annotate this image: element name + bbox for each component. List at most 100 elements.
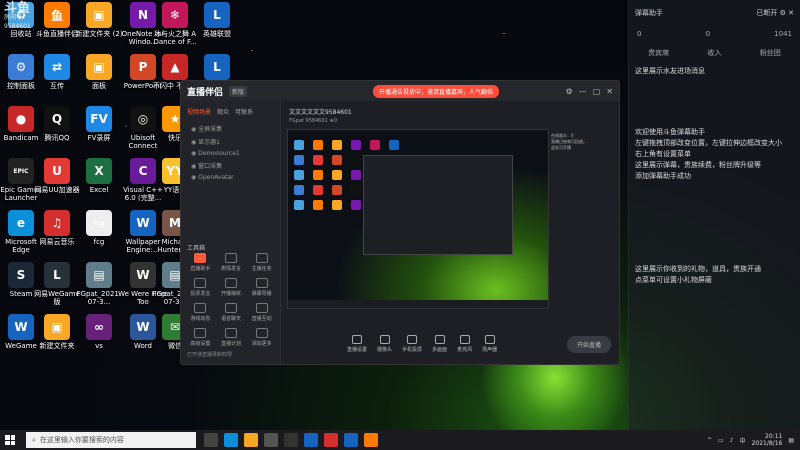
stream-preview[interactable] — [287, 129, 549, 309]
preview-icon — [332, 185, 342, 195]
vs-shortcut[interactable]: ∞ vs — [74, 314, 124, 350]
camera-button[interactable]: 摄像头 — [377, 335, 392, 353]
fv-record-icon: FV — [86, 106, 112, 132]
tool-item[interactable]: 语音聊天 — [216, 303, 247, 322]
control-label: 扬声器 — [482, 347, 498, 353]
tool-icon — [224, 328, 237, 338]
speaker-icon — [484, 335, 495, 344]
tool-item[interactable]: 直播助手 — [185, 253, 216, 272]
tray-chevron-icon[interactable]: ^ — [707, 437, 712, 444]
tool-label: 游戏动态 — [190, 316, 211, 322]
steam-icon: S — [8, 262, 34, 288]
tool-label: 开播抽奖 — [220, 291, 241, 297]
danmaku-panel[interactable]: 弹幕助手 已断开 ⚙ ✕ 0 0 1041 贵宾席 收入 粉丝团 这里展示水友进… — [628, 0, 800, 430]
fv-record-shortcut[interactable]: FV FV录屏 — [74, 106, 124, 142]
close-icon[interactable]: ✕ — [606, 87, 613, 96]
folder-2-icon: ▣ — [86, 2, 112, 28]
tool-item[interactable]: 直播互动 — [246, 303, 277, 322]
preview-hints: 在线观众：0 直播已结束可回放。 此处可开播 — [551, 133, 587, 150]
microphone-button[interactable]: 麦克风 — [457, 335, 472, 353]
scene-item[interactable]: ◉ Demosource1 — [181, 148, 280, 159]
tool-icon — [224, 278, 237, 288]
edge-taskbar-icon[interactable] — [224, 433, 238, 447]
tool-item[interactable]: 投票发言 — [185, 278, 216, 297]
volume-icon[interactable]: ♪ — [730, 437, 734, 444]
version-badge[interactable]: 新版 — [229, 85, 248, 97]
tab-audience[interactable]: 观众 — [217, 107, 229, 116]
scene-item[interactable]: ◉ OpenAvatar — [181, 172, 280, 183]
tool-item[interactable]: 添加更多 — [246, 328, 277, 347]
panel-message: 右上角有设置菜单 — [635, 150, 691, 158]
excel-shortcut[interactable]: X Excel — [74, 158, 124, 194]
tool-item[interactable]: 直播计划 — [216, 328, 247, 347]
fcg-shortcut[interactable]: fcg fcg — [74, 210, 124, 246]
wegame-lol-icon: L — [44, 262, 70, 288]
tool-label: 语音聊天 — [220, 316, 241, 322]
speaker-button[interactable]: 扬声器 — [482, 335, 497, 353]
lol-shortcut[interactable]: L 英雄联盟 — [192, 2, 242, 38]
clock[interactable]: 20:11 2021/8/16 — [752, 433, 783, 447]
tool-item[interactable]: 弹幕导播 — [246, 278, 277, 297]
preview-icon — [351, 200, 361, 210]
search-icon: ⌕ — [32, 435, 36, 444]
app-titlebar[interactable]: 直播伴侣 新版 开播通告投放中，邀请直播嘉宾，人气翻倍 ⚙ — ▢ ✕ — [181, 81, 619, 101]
tool-item[interactable]: 游戏动态 — [185, 303, 216, 322]
control-label: 手机投屏 — [402, 347, 423, 353]
preview-icon — [351, 155, 361, 165]
wallpaper-icon[interactable] — [284, 433, 298, 447]
folder-2-shortcut[interactable]: ▣ 新建文件夹 (2) — [74, 2, 124, 38]
minimize-icon[interactable]: — — [579, 87, 587, 96]
store-icon[interactable] — [264, 433, 278, 447]
tool-label: 直播计划 — [220, 341, 241, 347]
notification-icon[interactable]: ▤ — [788, 437, 794, 444]
tool-icon — [224, 253, 237, 263]
pdd-shortcut[interactable]: ▣ 面板 — [74, 54, 124, 90]
search-input[interactable]: ⌕ 在这里输入你要搜索的内容 — [26, 432, 196, 448]
fgpat-shortcut[interactable]: ▤ FGpat_2021-07-3... — [74, 262, 124, 306]
lol-taskbar-icon[interactable] — [304, 433, 318, 447]
start-button[interactable] — [0, 430, 20, 450]
shortcut-label: FGpat_2021-07-3... — [76, 290, 122, 306]
notice-banner[interactable]: 开播通告投放中，邀请直播嘉宾，人气翻倍 — [373, 84, 500, 98]
shortcut-label: vs — [95, 342, 103, 350]
settings-icon[interactable]: ⚙ — [566, 87, 573, 96]
tool-item[interactable]: 高级设置 — [185, 328, 216, 347]
task-view-icon[interactable] — [204, 433, 218, 447]
lol-taskbar-2-icon[interactable] — [344, 433, 358, 447]
tab-fans[interactable]: 粉丝团 — [760, 48, 781, 58]
nested-app-preview — [363, 155, 513, 255]
control-label: 多画面 — [432, 347, 448, 353]
network-icon[interactable]: ▭ — [718, 437, 724, 444]
douyu-taskbar-icon[interactable] — [364, 433, 378, 447]
streaming-app-window[interactable]: 直播伴侣 新版 开播通告投放中，邀请直播嘉宾，人气翻倍 ⚙ — ▢ ✕ 视频场景… — [180, 80, 620, 365]
maximize-icon[interactable]: ▢ — [593, 87, 601, 96]
scene-item[interactable]: ◉ 显示器1 — [181, 135, 280, 148]
tool-item[interactable]: 主播任务 — [246, 253, 277, 272]
tab-scenes[interactable]: 视频场景 — [187, 107, 211, 116]
live-settings-button[interactable]: 直播设置 — [347, 335, 367, 353]
tab-contacts[interactable]: 可联系 — [235, 107, 253, 116]
start-stream-button[interactable]: 开始直播 — [566, 335, 611, 353]
welcome-messages: 欢迎使用斗鱼弹幕助手 左键拖拽顶部改变位置，左键拉伸边框改变大小 右上角有设置菜单这… — [629, 127, 800, 182]
tool-item[interactable]: 开播抽奖 — [216, 278, 247, 297]
tool-label: 直播助手 — [190, 266, 211, 272]
preview-icon — [332, 155, 342, 165]
multi-screen-button[interactable]: 多画面 — [432, 335, 447, 353]
explorer-icon[interactable] — [244, 433, 258, 447]
tab-vip[interactable]: 贵宾席 — [648, 48, 669, 58]
tool-item[interactable]: 表情发言 — [216, 253, 247, 272]
lol-icon: L — [204, 2, 230, 28]
room-title[interactable]: 文文文文文文9584601 — [281, 101, 619, 118]
shortcut-label: 新建文件夹 (2) — [75, 30, 123, 38]
phone-cast-button[interactable]: 手机投屏 — [402, 335, 422, 353]
preview-icon — [351, 170, 361, 180]
control-label: 直播设置 — [347, 347, 368, 353]
preview-icon — [313, 155, 323, 165]
tab-income[interactable]: 收入 — [707, 48, 721, 58]
scene-item[interactable]: ◉ 全屏采集 — [181, 122, 280, 135]
netease-taskbar-icon[interactable] — [324, 433, 338, 447]
scene-item[interactable]: ◉ 窗口采集 — [181, 159, 280, 172]
tool-icon — [224, 303, 237, 313]
input-lang[interactable]: 中 — [740, 436, 746, 445]
panel-message: 这里展示弹幕，贵族续费，粉丝牌升级等 — [635, 161, 761, 169]
